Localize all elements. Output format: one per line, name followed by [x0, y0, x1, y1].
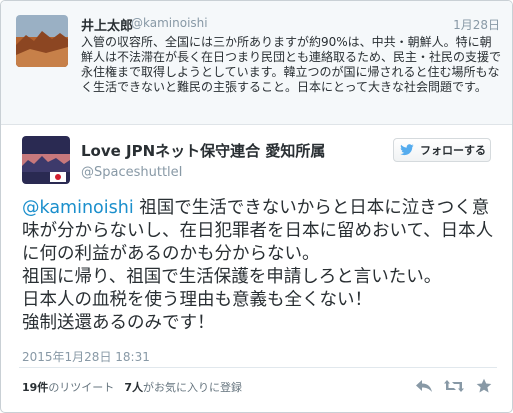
parent-display-name[interactable]: 井上太郎 [81, 15, 133, 34]
retweet-count: 19件 [22, 381, 49, 394]
tweet-line-1: 祖国に帰り、祖国で生活保護を申請しろと言いたい。 [22, 267, 442, 287]
main-handle[interactable]: @SpaceshuttleI [81, 165, 183, 180]
follow-button-label: フォローする [420, 144, 486, 157]
tweet-timestamp[interactable]: 2015年1月28日 18:31 [22, 348, 150, 365]
favorite-stat-label: がお気に入りに登録 [142, 381, 242, 394]
tweet-actions [414, 376, 494, 396]
tweet-line-3: 強制送還あるのみです！ [22, 313, 215, 333]
parent-handle[interactable]: @kaminoishi [131, 16, 208, 30]
parent-avatar[interactable] [16, 15, 68, 67]
favorite-count: 7人 [124, 381, 143, 394]
main-display-name[interactable]: Love JPNネット保守連合 愛知所属 [81, 140, 325, 161]
reply-icon[interactable] [414, 376, 434, 396]
main-tweet-text: @kaminoishi 祖国で生活できないからと日本に泣きつく意味が分からないし… [22, 197, 502, 335]
follow-button[interactable]: フォローする [393, 138, 491, 162]
tweet-line-2: 日本人の血税を使う理由も意義も全くない！ [22, 290, 372, 310]
parent-tweet[interactable]: 井上太郎 @kaminoishi 1月28日 入管の収容所、全国には三か所ありま… [1, 1, 512, 125]
tweet-card: 井上太郎 @kaminoishi 1月28日 入管の収容所、全国には三か所ありま… [0, 0, 513, 413]
retweet-stat-label: のリツイート [48, 381, 115, 394]
favorite-stat[interactable]: 7人がお気に入りに登録 [124, 379, 242, 395]
parent-tweet-text: 入管の収容所、全国には三か所ありますが約90%は、中共・朝鮮人。特に朝鮮人は不法… [81, 35, 502, 94]
divider [19, 367, 497, 368]
retweet-icon[interactable] [444, 376, 464, 396]
tweet-stats: 19件のリツイート 7人がお気に入りに登録 [22, 379, 242, 395]
mention-link[interactable]: @kaminoishi [22, 198, 134, 218]
favorite-icon[interactable] [474, 376, 494, 396]
main-avatar[interactable] [22, 136, 70, 184]
retweet-stat[interactable]: 19件のリツイート [22, 379, 114, 395]
parent-date[interactable]: 1月28日 [453, 16, 500, 33]
bird-icon [400, 144, 414, 156]
